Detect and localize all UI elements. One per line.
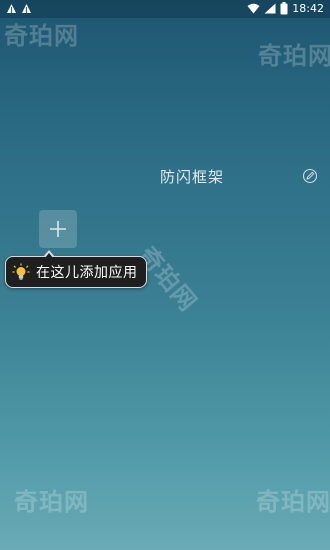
signal-icon (264, 3, 276, 14)
watermark: 奇珀网 (14, 488, 89, 516)
watermark: 奇珀网 (256, 488, 330, 516)
add-app-tooltip: 在这儿添加应用 (5, 250, 147, 288)
lightbulb-icon (12, 263, 30, 280)
wifi-icon (247, 3, 260, 14)
add-app-button[interactable] (39, 210, 77, 248)
edit-icon (302, 168, 318, 184)
plus-icon (50, 221, 66, 237)
battery-icon (280, 2, 288, 15)
status-time: 18:42 (292, 2, 324, 15)
edit-group-button[interactable] (302, 168, 318, 184)
watermark: 奇珀网 (4, 22, 79, 50)
watermark: 奇珀网 (258, 42, 330, 70)
tooltip-arrow-inner (44, 252, 53, 258)
status-notifications (6, 3, 32, 14)
notification-icon (22, 4, 31, 13)
group-title: 防闪框架 (160, 168, 225, 186)
tooltip-text: 在这儿添加应用 (36, 265, 138, 281)
status-indicators: 18:42 (247, 2, 324, 15)
notification-icon (7, 4, 16, 13)
